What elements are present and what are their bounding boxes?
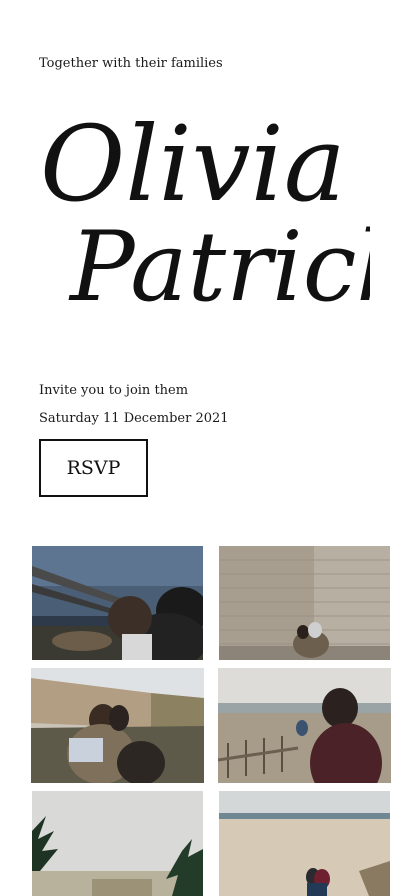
couple-names: Olivia & Patrick [30, 95, 370, 335]
couple-by-railing-photo[interactable] [32, 546, 203, 660]
couple-names-lettering: Olivia & Patrick [40, 103, 370, 323]
invite-text: Invite you to join them [39, 383, 189, 398]
pine-trees-photo[interactable] [32, 791, 203, 896]
name-one: Olivia & [40, 103, 370, 225]
couple-beach-steps-photo[interactable] [218, 668, 391, 783]
couple-by-brick-wall-photo[interactable] [219, 546, 390, 660]
rsvp-button[interactable]: RSVP [39, 439, 148, 497]
couple-sitting-on-wall-photo[interactable] [31, 668, 204, 783]
event-date: Saturday 11 December 2021 [39, 411, 229, 426]
couple-on-beach-photo[interactable] [219, 791, 390, 896]
name-two: Patrick [68, 211, 370, 323]
intro-text: Together with their families [39, 56, 223, 71]
